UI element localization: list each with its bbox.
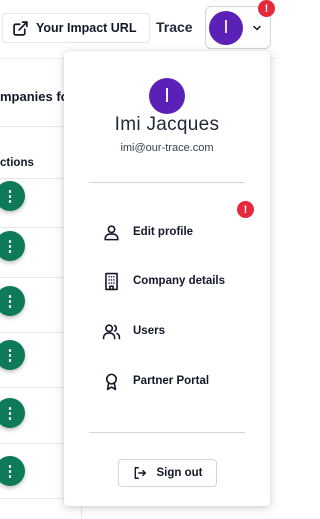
menu-item-edit-profile[interactable]: Edit profile [102, 220, 242, 244]
menu-divider [89, 432, 245, 433]
impact-url-button[interactable]: Your Impact URL [2, 13, 150, 43]
menu-item-label: Partner Portal [133, 375, 210, 387]
avatar: I [209, 10, 243, 45]
user-name: Imi Jacques [114, 114, 220, 135]
sign-out-label: Sign out [156, 467, 203, 479]
chevron-down-icon [253, 25, 261, 30]
user-menu-dropdown: I Imi Jacques imi@our-trace.com ! Edit p… [64, 51, 270, 506]
menu-divider [89, 182, 245, 183]
impact-url-label: Your Impact URL [36, 21, 137, 35]
profile-alert-badge: ! [237, 201, 254, 218]
user-email: imi@our-trace.com [120, 142, 214, 154]
menu-item-label: Users [133, 325, 165, 337]
external-link-icon [13, 20, 28, 36]
award-icon [105, 373, 118, 390]
menu-item-partner-portal[interactable]: Partner Portal [102, 369, 242, 393]
notification-badge: ! [258, 0, 275, 17]
sign-out-icon [134, 467, 146, 479]
user-icon [104, 224, 119, 240]
profile-avatar: I [149, 78, 185, 114]
users-icon [102, 323, 121, 339]
sign-out-button[interactable]: Sign out [118, 459, 217, 487]
menu-item-label: Company details [133, 275, 226, 287]
building-icon [105, 272, 118, 290]
menu-item-company-details[interactable]: Company details [102, 269, 242, 293]
menu-item-label: Edit profile [133, 226, 194, 238]
actions-column-header: ctions [0, 157, 34, 169]
companies-heading: mpanies fo [0, 89, 69, 104]
menu-item-users[interactable]: Users [102, 319, 242, 343]
org-name: Trace [156, 19, 193, 35]
